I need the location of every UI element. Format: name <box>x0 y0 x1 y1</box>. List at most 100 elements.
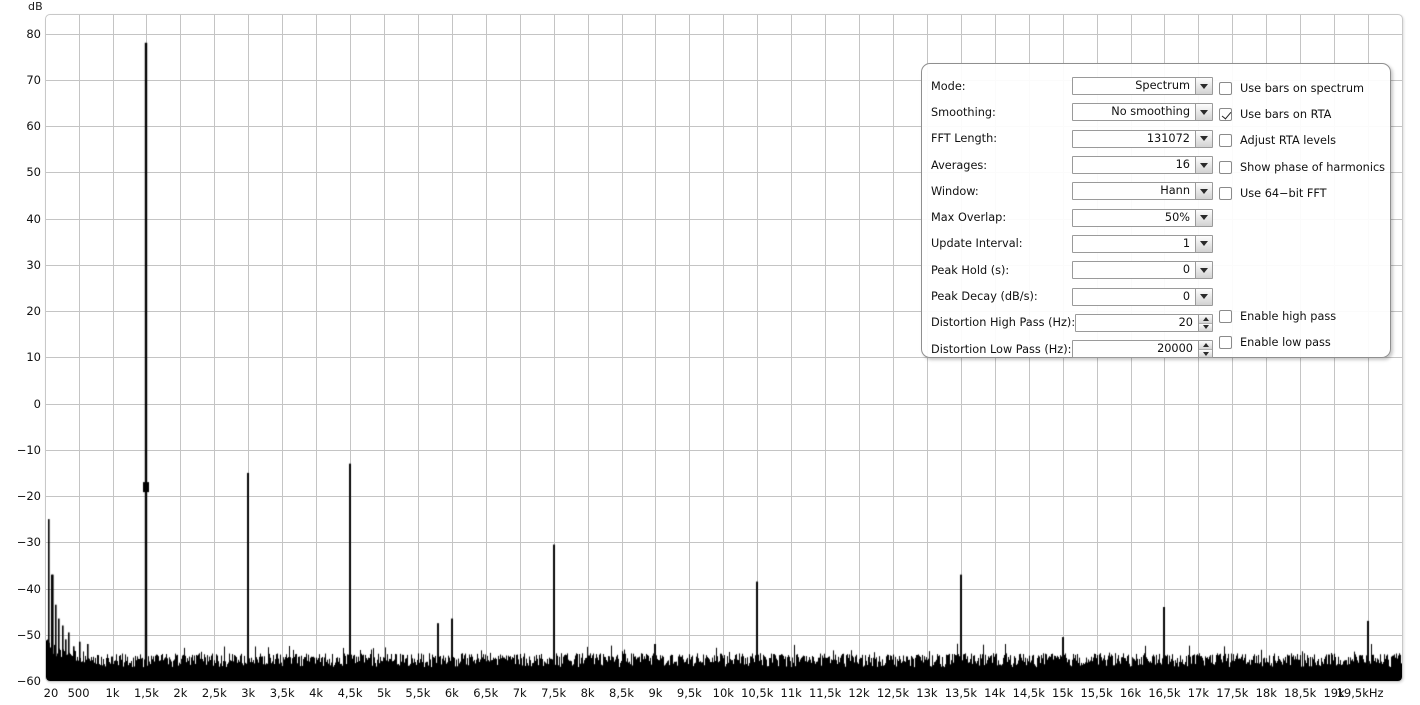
label-smoothing: Smoothing: <box>931 105 996 119</box>
dropdown-peak-hold[interactable]: 0 <box>1072 261 1213 280</box>
x-axis-tick-label: 1k <box>105 686 120 700</box>
x-axis-tick-label: 7k <box>512 686 527 700</box>
spinner-up-icon[interactable] <box>1199 314 1212 323</box>
checkbox-row-enable-high-pass[interactable]: Enable high pass <box>1219 303 1387 329</box>
spinner-distortion-high-pass[interactable]: 20 <box>1075 313 1213 332</box>
settings-field-list: Mode: Spectrum Smoothing: No smoothing FFT L… <box>931 73 1213 362</box>
checkbox-icon-use-64-bit-fft[interactable] <box>1219 187 1232 201</box>
y-axis-tick-label: 60 <box>26 119 41 133</box>
checkbox-label-enable-low-pass: Enable low pass <box>1240 336 1331 350</box>
chevron-down-icon[interactable] <box>1195 262 1212 279</box>
checkbox-icon-use-bars-on-spectrum[interactable] <box>1219 81 1232 95</box>
chevron-down-icon[interactable] <box>1195 183 1212 200</box>
y-axis-tick-label: 80 <box>26 26 41 41</box>
y-axis-tick-label: 40 <box>26 211 41 226</box>
checkbox-icon-enable-high-pass[interactable] <box>1219 309 1232 323</box>
x-axis-tick-label: 500 <box>67 686 90 700</box>
dropdown-window[interactable]: Hann <box>1072 182 1213 201</box>
dropdown-max-overlap[interactable]: 50% <box>1072 208 1213 227</box>
y-axis-unit-label: dB <box>28 0 43 13</box>
triangle-down-glyph <box>1200 294 1208 300</box>
x-axis-tick-label: 20 <box>43 686 59 700</box>
spinner-up-icon[interactable] <box>1199 341 1212 350</box>
spectrum-settings-panel[interactable]: Mode: Spectrum Smoothing: No smoothing FFT L… <box>921 63 1391 359</box>
y-axis-tick-label: 30 <box>26 257 41 272</box>
checkbox-icon-show-phase-of-harmonics[interactable] <box>1219 160 1232 174</box>
triangle-up-glyph <box>1202 343 1209 348</box>
value-window: Hann <box>1160 184 1190 198</box>
label-window: Window: <box>931 184 979 198</box>
checkbox-row-use-bars-on-spectrum[interactable]: Use bars on spectrum <box>1219 75 1387 101</box>
settings-row-peak-hold: Peak Hold (s): 0 <box>931 257 1213 283</box>
dropdown-peak-decay[interactable]: 0 <box>1072 287 1213 306</box>
settings-row-smoothing: Smoothing: No smoothing <box>931 99 1213 125</box>
y-axis-tick-label: −30 <box>16 535 41 550</box>
y-axis-tick-label: −60 <box>16 674 41 688</box>
value-update-interval: 1 <box>1182 236 1190 250</box>
x-axis-tick-label: 9,5k <box>676 686 702 700</box>
x-axis-tick-label: 17k <box>1187 686 1210 700</box>
y-axis-tick-label: 0 <box>33 396 41 411</box>
x-axis-tick-label: 12,5k <box>876 686 910 700</box>
chevron-down-icon[interactable] <box>1195 235 1212 252</box>
label-peak-decay: Peak Decay (dB/s): <box>931 290 1038 304</box>
x-axis-tick-label: 19,5kHz <box>1336 686 1384 700</box>
checkbox-row-adjust-rta-levels[interactable]: Adjust RTA levels <box>1219 128 1387 154</box>
chevron-down-icon[interactable] <box>1195 288 1212 305</box>
chevron-down-icon[interactable] <box>1195 130 1212 147</box>
checkbox-row-enable-low-pass[interactable]: Enable low pass <box>1219 329 1387 355</box>
y-axis-tick-label: 20 <box>26 304 41 318</box>
checkbox-checked-icon-use-bars-on-rta[interactable] <box>1219 108 1232 122</box>
x-axis-tick-label: 13k <box>916 686 938 700</box>
dropdown-mode[interactable]: Spectrum <box>1072 77 1213 96</box>
checkbox-row-use-bars-on-rta[interactable]: Use bars on RTA <box>1219 101 1387 127</box>
x-axis-tick-label: 13,5k <box>944 686 977 700</box>
checkbox-icon-enable-low-pass[interactable] <box>1219 336 1232 350</box>
x-axis-tick-label: 10k <box>712 686 734 700</box>
x-axis-tick-label: 8,5k <box>609 686 634 700</box>
chevron-down-icon[interactable] <box>1195 157 1212 174</box>
triangle-down-glyph <box>1200 188 1208 194</box>
checkbox-row-show-phase-of-harmonics[interactable]: Show phase of harmonics <box>1219 154 1387 180</box>
x-axis-tick-label: 4,5k <box>337 686 363 700</box>
settings-row-mode: Mode: Spectrum <box>931 73 1213 99</box>
y-axis-tick-label: −40 <box>16 581 41 596</box>
chevron-down-icon[interactable] <box>1195 209 1212 226</box>
dropdown-smoothing[interactable]: No smoothing <box>1072 103 1213 122</box>
spinner-down-icon[interactable] <box>1199 322 1212 331</box>
stepper-distortion-low-pass[interactable] <box>1198 341 1212 358</box>
checkbox-icon-adjust-rta-levels[interactable] <box>1219 134 1232 148</box>
x-axis-tick-label: 14,5k <box>1012 686 1045 700</box>
triangle-down-glyph <box>1200 241 1208 247</box>
triangle-down-glyph <box>1200 83 1208 89</box>
y-axis-tick-label: −10 <box>16 442 41 457</box>
y-axis-tick-label: 10 <box>26 350 41 365</box>
spinner-distortion-low-pass[interactable]: 20000 <box>1072 340 1213 359</box>
gridline-horizontal <box>46 681 1402 682</box>
x-axis-tick-label: 3,5k <box>269 686 295 700</box>
dropdown-fft-length[interactable]: 131072 <box>1072 129 1213 148</box>
triangle-down-glyph <box>1200 109 1208 115</box>
x-axis-tick-label: 14k <box>984 686 1006 700</box>
y-axis-tick-label: 50 <box>26 165 41 180</box>
triangle-down-glyph <box>1202 351 1209 356</box>
x-axis-tick-label: 11,5k <box>808 686 842 700</box>
settings-row-distortion-high-pass: Distortion High Pass (Hz): 20 <box>931 310 1213 336</box>
y-axis-tick-label: −50 <box>16 627 41 642</box>
x-axis-tick-label: 4k <box>309 686 324 700</box>
spinner-down-icon[interactable] <box>1199 349 1212 358</box>
triangle-up-glyph <box>1202 316 1209 321</box>
value-smoothing: No smoothing <box>1111 105 1190 119</box>
x-axis-tick-label: 3k <box>241 686 256 700</box>
dropdown-averages[interactable]: 16 <box>1072 156 1213 175</box>
checkbox-label-enable-high-pass: Enable high pass <box>1240 309 1337 323</box>
checkbox-row-use-64-bit-fft[interactable]: Use 64−bit FFT <box>1219 181 1387 207</box>
stepper-distortion-high-pass[interactable] <box>1198 314 1212 331</box>
triangle-down-glyph <box>1200 162 1208 168</box>
chevron-down-icon[interactable] <box>1195 104 1212 121</box>
value-distortion-low-pass: 20000 <box>1157 342 1193 356</box>
chevron-down-icon[interactable] <box>1195 78 1212 95</box>
dropdown-update-interval[interactable]: 1 <box>1072 234 1213 253</box>
value-max-overlap: 50% <box>1164 210 1190 224</box>
value-peak-hold: 0 <box>1182 263 1190 277</box>
